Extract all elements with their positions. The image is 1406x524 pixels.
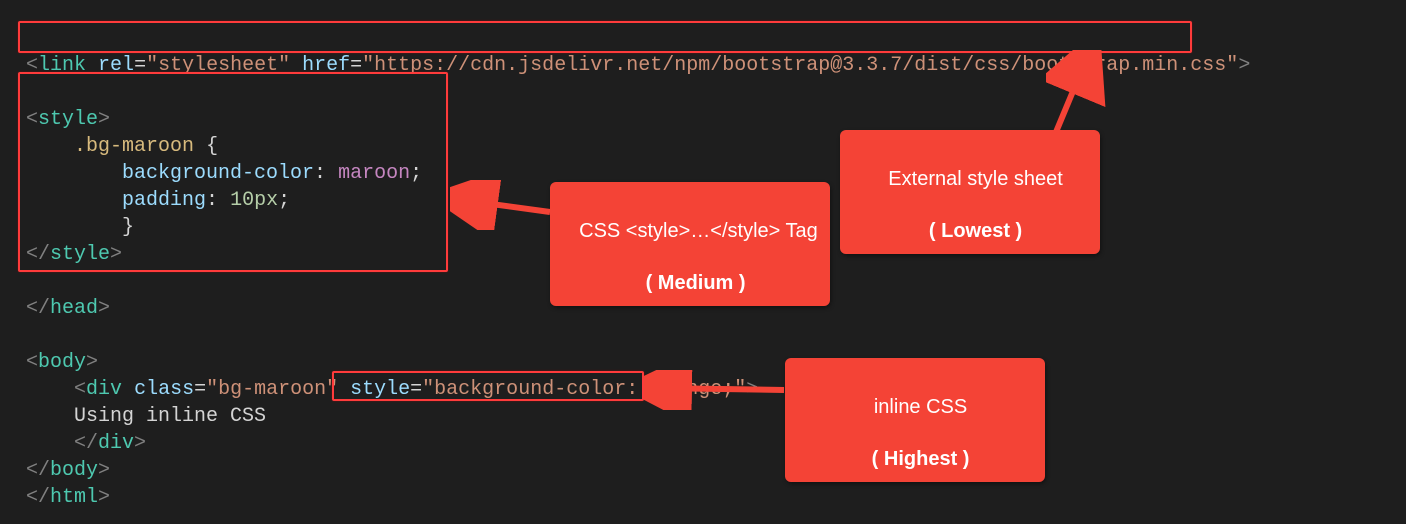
tag-name: div bbox=[86, 378, 122, 401]
attr-value: "stylesheet" bbox=[146, 54, 290, 77]
tag-name: div bbox=[98, 432, 134, 455]
callout-text: CSS <style>…</style> Tag bbox=[579, 220, 818, 242]
callout-text-bold: ( Lowest ) bbox=[929, 220, 1022, 242]
css-property: background-color bbox=[122, 162, 314, 185]
callout-text: inline CSS bbox=[874, 396, 967, 418]
callout-text-bold: ( Highest ) bbox=[872, 448, 970, 470]
callout-inline: inline CSS ( Highest ) bbox=[785, 358, 1045, 482]
css-property: padding bbox=[122, 189, 206, 212]
tag-name: style bbox=[50, 243, 110, 266]
attr-value: "bg-maroon" bbox=[206, 378, 338, 401]
tag-name: body bbox=[38, 351, 86, 374]
attr-name: rel bbox=[98, 54, 134, 77]
attr-name: style bbox=[350, 378, 410, 401]
css-selector: .bg-maroon bbox=[74, 135, 194, 158]
callout-style-tag: CSS <style>…</style> Tag ( Medium ) bbox=[550, 182, 830, 306]
callout-external: External style sheet ( Lowest ) bbox=[840, 130, 1100, 254]
css-value: 10px bbox=[230, 189, 278, 212]
css-value: maroon bbox=[338, 162, 410, 185]
attr-value: "https://cdn.jsdelivr.net/npm/bootstrap@… bbox=[362, 54, 1238, 77]
attr-value: "background-color: orange;" bbox=[422, 378, 746, 401]
attr-name: href bbox=[302, 54, 350, 77]
tag-name: link bbox=[38, 54, 86, 77]
callout-text-bold: ( Medium ) bbox=[646, 272, 746, 294]
attr-name: class bbox=[134, 378, 194, 401]
tag-name: body bbox=[50, 459, 98, 482]
callout-text: External style sheet bbox=[888, 168, 1063, 190]
text-content: Using inline CSS bbox=[74, 405, 266, 428]
angle-bracket: < bbox=[26, 54, 38, 77]
tag-name: style bbox=[38, 108, 98, 131]
tag-name: html bbox=[50, 486, 98, 509]
tag-name: head bbox=[50, 297, 98, 320]
